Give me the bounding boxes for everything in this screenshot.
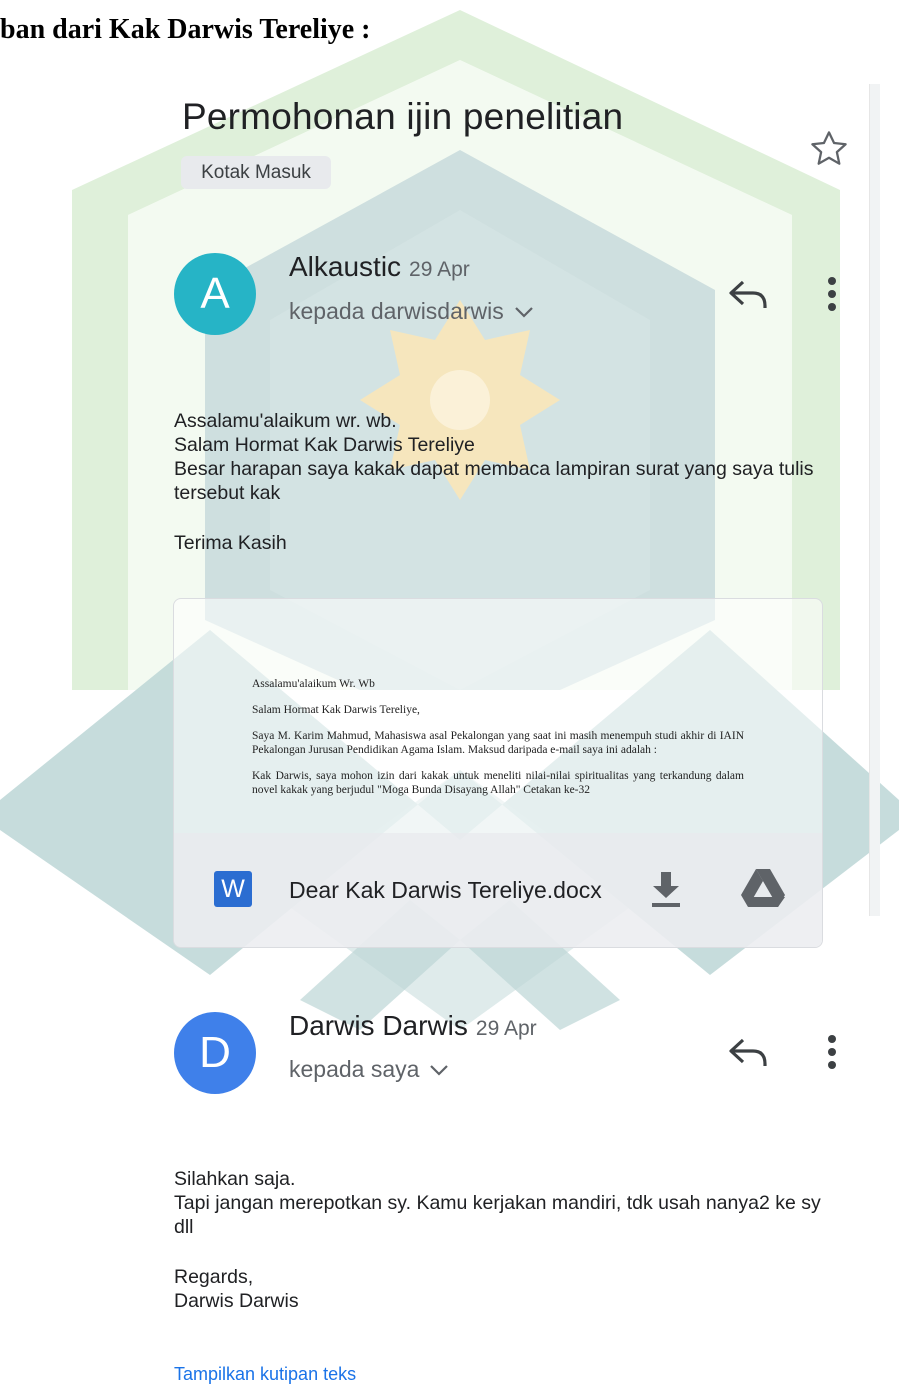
body-line: Regards, (174, 1266, 254, 1288)
reply-icon[interactable] (727, 1036, 769, 1070)
body-line: Besar harapan saya kakak dapat membaca l… (174, 458, 814, 504)
preview-line: Saya M. Karim Mahmud, Mahasiswa asal Pek… (252, 730, 744, 756)
chevron-down-icon (430, 1064, 449, 1076)
google-drive-icon[interactable] (740, 867, 786, 909)
sender-name[interactable]: Alkaustic 29 Apr (289, 251, 470, 283)
recipient-toggle[interactable]: kepada darwisdarwis (289, 298, 534, 325)
chevron-down-icon (515, 306, 533, 318)
message-date: 29 Apr (409, 258, 470, 281)
reply-icon[interactable] (727, 278, 769, 312)
avatar[interactable]: D (174, 1012, 256, 1094)
sender-name-text: Darwis Darwis (289, 1010, 468, 1041)
recipient-text: kepada darwisdarwis (289, 298, 504, 324)
preview-line: Assalamu'alaikum Wr. Wb (252, 678, 375, 690)
download-icon[interactable] (648, 869, 684, 909)
scrollbar[interactable] (869, 84, 880, 916)
message-date: 29 Apr (475, 1017, 537, 1040)
preview-line: Salam Hormat Kak Darwis Tereliye, (252, 704, 420, 716)
attachment-preview[interactable]: Assalamu'alaikum Wr. Wb Salam Hormat Kak… (252, 677, 744, 809)
word-file-icon: W (214, 871, 252, 907)
body-line: Silahkan saja. (174, 1168, 296, 1190)
recipient-toggle[interactable]: kepada saya (289, 1056, 449, 1083)
star-icon[interactable] (808, 128, 850, 170)
more-vert-icon[interactable] (825, 276, 839, 312)
label-chip-inbox[interactable]: Kotak Masuk (181, 156, 331, 189)
sender-name[interactable]: Darwis Darwis 29 Apr (289, 1010, 537, 1042)
body-line: Darwis Darwis (174, 1290, 299, 1312)
document-caption: ban dari Kak Darwis Tereliye : (0, 14, 371, 45)
body-line: Tapi jangan merepotkan sy. Kamu kerjakan… (174, 1192, 821, 1238)
message-body: Assalamu'alaikum wr. wb. Salam Hormat Ka… (174, 409, 814, 555)
attachment-bar: W Dear Kak Darwis Tereliye.docx (174, 833, 822, 947)
preview-line: Kak Darwis, saya mohon izin dari kakak u… (252, 770, 744, 796)
show-quoted-text-link[interactable]: Tampilkan kutipan teks (174, 1364, 356, 1385)
more-vert-icon[interactable] (825, 1034, 839, 1070)
recipient-text: kepada saya (289, 1056, 420, 1082)
attachment-card[interactable]: Assalamu'alaikum Wr. Wb Salam Hormat Kak… (173, 598, 823, 948)
body-line: Salam Hormat Kak Darwis Tereliye (174, 434, 475, 456)
sender-name-text: Alkaustic (289, 251, 402, 282)
body-line: Assalamu'alaikum wr. wb. (174, 410, 397, 432)
email-subject: Permohonan ijin penelitian (182, 96, 624, 137)
message-body: Silahkan saja. Tapi jangan merepotkan sy… (174, 1167, 844, 1313)
attachment-file-name[interactable]: Dear Kak Darwis Tereliye.docx (289, 877, 602, 904)
body-line: Terima Kasih (174, 532, 287, 554)
avatar[interactable]: A (174, 253, 256, 335)
